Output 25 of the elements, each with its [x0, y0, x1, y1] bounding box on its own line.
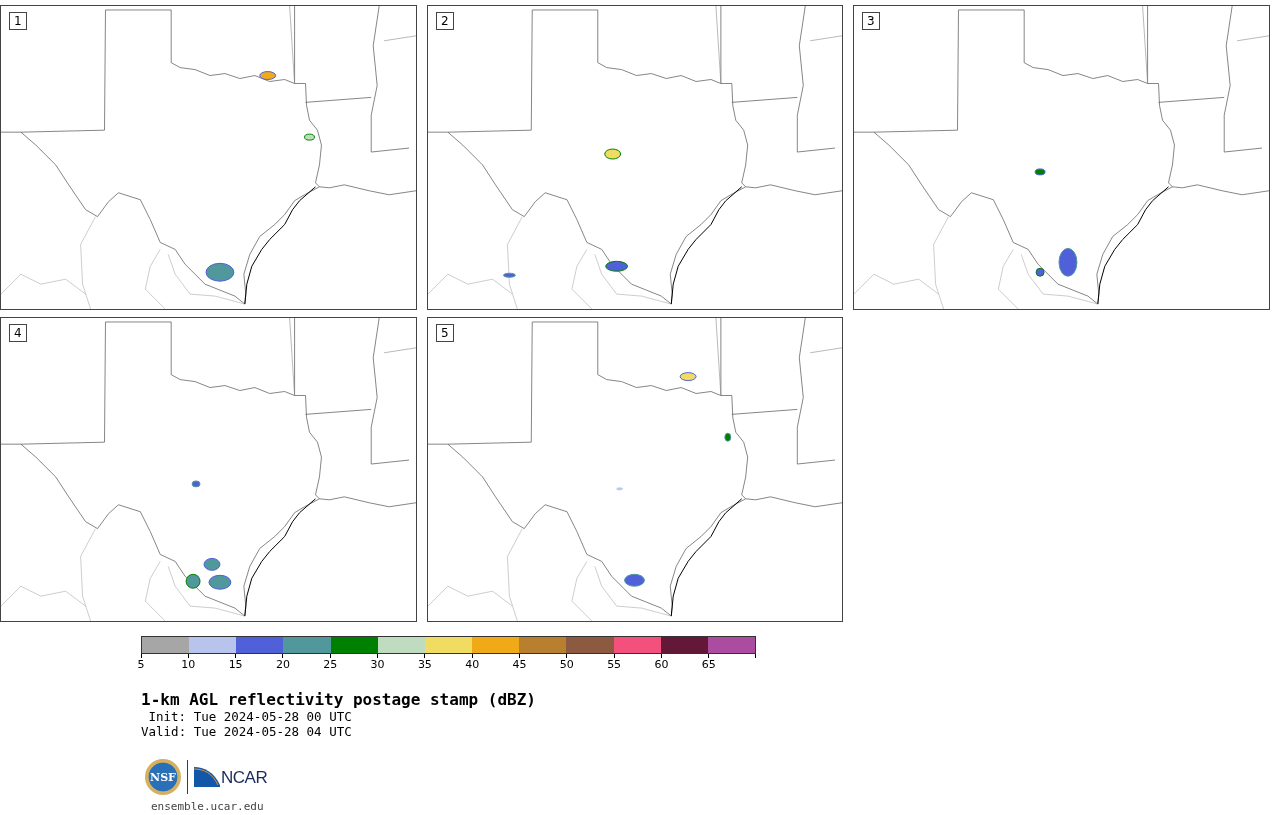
plot-title: 1-km AGL reflectivity postage stamp (dBZ): [141, 690, 537, 709]
tick-label: 65: [701, 658, 716, 671]
panel-number: 2: [436, 12, 454, 30]
panel-number: 4: [9, 324, 27, 342]
tick-label: 40: [465, 658, 480, 671]
panel-number: 5: [436, 324, 454, 342]
tick-label: 10: [181, 658, 196, 671]
tick-label: 35: [417, 658, 432, 671]
tick-label: 5: [137, 658, 145, 671]
ncar-emblem-icon: [194, 767, 220, 787]
tick-label: 45: [512, 658, 527, 671]
valid-time: Valid: Tue 2024-05-28 04 UTC: [141, 724, 353, 739]
ncar-logo-text: NCAR: [221, 769, 268, 787]
tick-label: 25: [323, 658, 338, 671]
tick-label: 50: [559, 658, 574, 671]
website-address: ensemble.ucar.edu: [151, 800, 265, 813]
nsf-logo: NSF: [145, 759, 181, 795]
tick-label: 30: [370, 658, 385, 671]
tick-label: 20: [275, 658, 290, 671]
panel-number: 1: [9, 12, 27, 30]
panel-number: 3: [862, 12, 880, 30]
init-time: Init: Tue 2024-05-28 00 UTC: [147, 709, 353, 724]
tick-label: 15: [228, 658, 243, 671]
tick-label: 60: [654, 658, 669, 671]
tick-label: 55: [607, 658, 622, 671]
